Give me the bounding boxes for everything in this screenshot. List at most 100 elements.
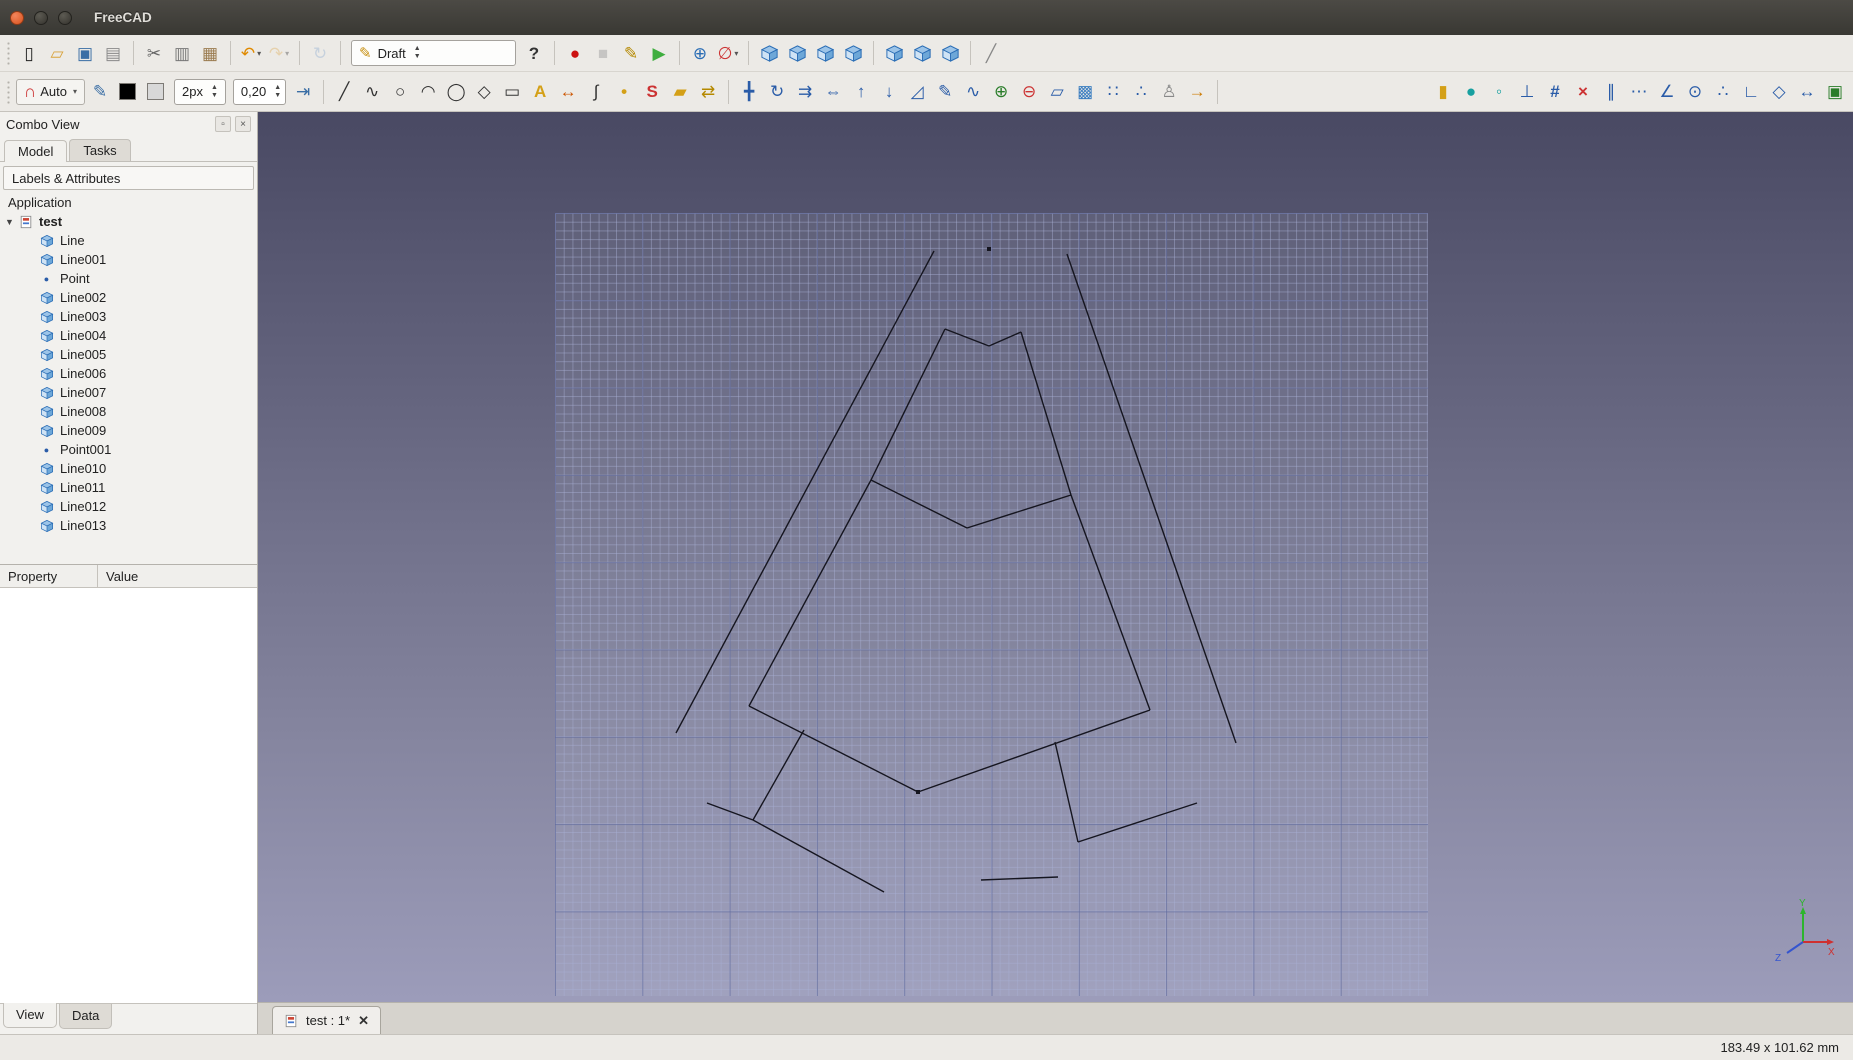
scale-button[interactable]: ◿ xyxy=(904,79,930,105)
draft-bspline-button[interactable]: ∫ xyxy=(583,79,609,105)
face-color-swatch[interactable] xyxy=(143,79,169,105)
snap-working-plane-button[interactable]: ▣ xyxy=(1822,79,1848,105)
view-axonometric-button[interactable] xyxy=(756,40,782,66)
wire-to-bspline-button[interactable]: ∿ xyxy=(960,79,986,105)
save-document-button[interactable]: ▣ xyxy=(72,40,98,66)
line-color-swatch[interactable] xyxy=(115,79,141,105)
tab-view[interactable]: View xyxy=(3,1003,57,1028)
draft-point-button[interactable]: • xyxy=(611,79,637,105)
tree-item-Line003[interactable]: Line003 xyxy=(2,307,257,326)
add-point-button[interactable]: ⊕ xyxy=(988,79,1014,105)
cut-button[interactable]: ✂ xyxy=(141,40,167,66)
expander-icon[interactable]: ▼ xyxy=(2,217,17,227)
offset-button[interactable]: ⇉ xyxy=(792,79,818,105)
panel-float-button[interactable]: ▫ xyxy=(215,116,231,132)
draft-dimension-button[interactable]: ↔ xyxy=(555,79,581,105)
document-tab-close-icon[interactable]: ✕ xyxy=(358,1013,369,1029)
tree-item-Line[interactable]: Line xyxy=(2,231,257,250)
tree-item-Line004[interactable]: Line004 xyxy=(2,326,257,345)
snap-midpoint-button[interactable]: ◦ xyxy=(1486,79,1512,105)
paste-button[interactable]: ▦ xyxy=(197,40,223,66)
tree-item-Point001[interactable]: ● Point001 xyxy=(2,440,257,459)
tree-item-Line009[interactable]: Line009 xyxy=(2,421,257,440)
window-maximize-button[interactable] xyxy=(58,10,72,25)
view-top-button[interactable] xyxy=(812,40,838,66)
snap-parallel-button[interactable]: ∥ xyxy=(1598,79,1624,105)
open-document-button[interactable]: ▱ xyxy=(44,40,70,66)
3d-viewport[interactable]: Y X Z xyxy=(258,112,1853,1002)
rotate-button[interactable]: ↻ xyxy=(764,79,790,105)
measure-distance-button[interactable]: ╱ xyxy=(978,40,1004,66)
draft-text-button[interactable]: A xyxy=(527,79,553,105)
window-minimize-button[interactable] xyxy=(34,10,48,25)
snap-near-button[interactable]: ∴ xyxy=(1710,79,1736,105)
print-button[interactable]: ▤ xyxy=(100,40,126,66)
macro-record-button[interactable]: ● xyxy=(562,40,588,66)
line-width-select[interactable]: 2px ▲ ▼ xyxy=(173,78,226,105)
tree-item-Line010[interactable]: Line010 xyxy=(2,459,257,478)
tree-item-document-test[interactable]: ▼ test xyxy=(2,212,257,231)
snap-lock-button[interactable]: ▮ xyxy=(1430,79,1456,105)
window-close-button[interactable] xyxy=(10,10,24,25)
macro-stop-button[interactable]: ■ xyxy=(590,40,616,66)
draft-line-button[interactable]: ╱ xyxy=(331,79,357,105)
tab-model[interactable]: Model xyxy=(4,140,68,162)
snap-intersection-button[interactable]: × xyxy=(1570,79,1596,105)
workbench-selector[interactable]: ✎ Draft ▲ ▼ xyxy=(351,40,516,66)
view-left-button[interactable] xyxy=(937,40,963,66)
panel-splitter[interactable] xyxy=(0,556,257,564)
macro-execute-button[interactable]: ▶ xyxy=(646,40,672,66)
clone-button[interactable]: ♙ xyxy=(1156,79,1182,105)
toolbar-handle-file[interactable] xyxy=(6,41,11,65)
view-bottom-button[interactable] xyxy=(909,40,935,66)
snap-grid-button[interactable]: # xyxy=(1542,79,1568,105)
tree-item-Point[interactable]: ● Point xyxy=(2,269,257,288)
snap-extension-button[interactable]: ⋯ xyxy=(1626,79,1652,105)
tree-item-Line001[interactable]: Line001 xyxy=(2,250,257,269)
tab-data[interactable]: Data xyxy=(58,1004,113,1029)
refresh-button[interactable]: ↻ xyxy=(307,40,333,66)
view-front-button[interactable] xyxy=(784,40,810,66)
downgrade-button[interactable]: ↓ xyxy=(876,79,902,105)
property-column-header[interactable]: Property xyxy=(0,565,98,587)
apply-style-button[interactable]: ⇥ xyxy=(290,79,316,105)
document-tab-test[interactable]: test : 1* ✕ xyxy=(272,1006,381,1034)
draft-wire-button[interactable]: ∿ xyxy=(359,79,385,105)
draw-style-button[interactable]: ∅ ▾ xyxy=(715,40,741,66)
value-column-header[interactable]: Value xyxy=(98,565,146,587)
new-document-button[interactable]: ▯ xyxy=(16,40,42,66)
macro-edit-button[interactable]: ✎ xyxy=(618,40,644,66)
subelement-edit-button[interactable]: ✎ xyxy=(932,79,958,105)
path-array-button[interactable]: ∷ xyxy=(1100,79,1126,105)
scale-ratio-spinbox-steppers[interactable]: ▲ ▼ xyxy=(274,84,281,99)
tree-item-Line013[interactable]: Line013 xyxy=(2,516,257,535)
array-button[interactable]: ▩ xyxy=(1072,79,1098,105)
tree-item-Line012[interactable]: Line012 xyxy=(2,497,257,516)
snap-dimensions-button[interactable]: ↔ xyxy=(1794,79,1820,105)
redo-button[interactable]: ↷ ▾ xyxy=(266,40,292,66)
tab-tasks[interactable]: Tasks xyxy=(69,139,131,161)
tree-item-Line006[interactable]: Line006 xyxy=(2,364,257,383)
fit-all-button[interactable]: ⊕ xyxy=(687,40,713,66)
snap-center-button[interactable]: ⊙ xyxy=(1682,79,1708,105)
draft-heal-button[interactable]: → xyxy=(1184,79,1210,105)
point-array-button[interactable]: ∴ xyxy=(1128,79,1154,105)
tree-item-Line002[interactable]: Line002 xyxy=(2,288,257,307)
whats-this-button[interactable]: ? xyxy=(521,40,547,66)
snap-special-button[interactable]: ◇ xyxy=(1766,79,1792,105)
tree-item-Line005[interactable]: Line005 xyxy=(2,345,257,364)
shape-2d-view-button[interactable]: ▱ xyxy=(1044,79,1070,105)
snap-perpendicular-button[interactable]: ⊥ xyxy=(1514,79,1540,105)
move-button[interactable]: ╋ xyxy=(736,79,762,105)
view-right-button[interactable] xyxy=(840,40,866,66)
panel-close-button[interactable]: × xyxy=(235,116,251,132)
snap-master-button[interactable]: ∩ Auto ▾ xyxy=(16,78,85,105)
undo-button[interactable]: ↶ ▾ xyxy=(238,40,264,66)
draft-shapestring-button[interactable]: S xyxy=(639,79,665,105)
snap-ortho-button[interactable]: ∟ xyxy=(1738,79,1764,105)
draft-arc-button[interactable]: ◠ xyxy=(415,79,441,105)
trimex-button[interactable]: ⇔ xyxy=(820,79,846,105)
toggle-construction-button[interactable]: ✎ xyxy=(87,79,113,105)
draft-circle-button[interactable]: ○ xyxy=(387,79,413,105)
snap-endpoint-button[interactable]: ● xyxy=(1458,79,1484,105)
